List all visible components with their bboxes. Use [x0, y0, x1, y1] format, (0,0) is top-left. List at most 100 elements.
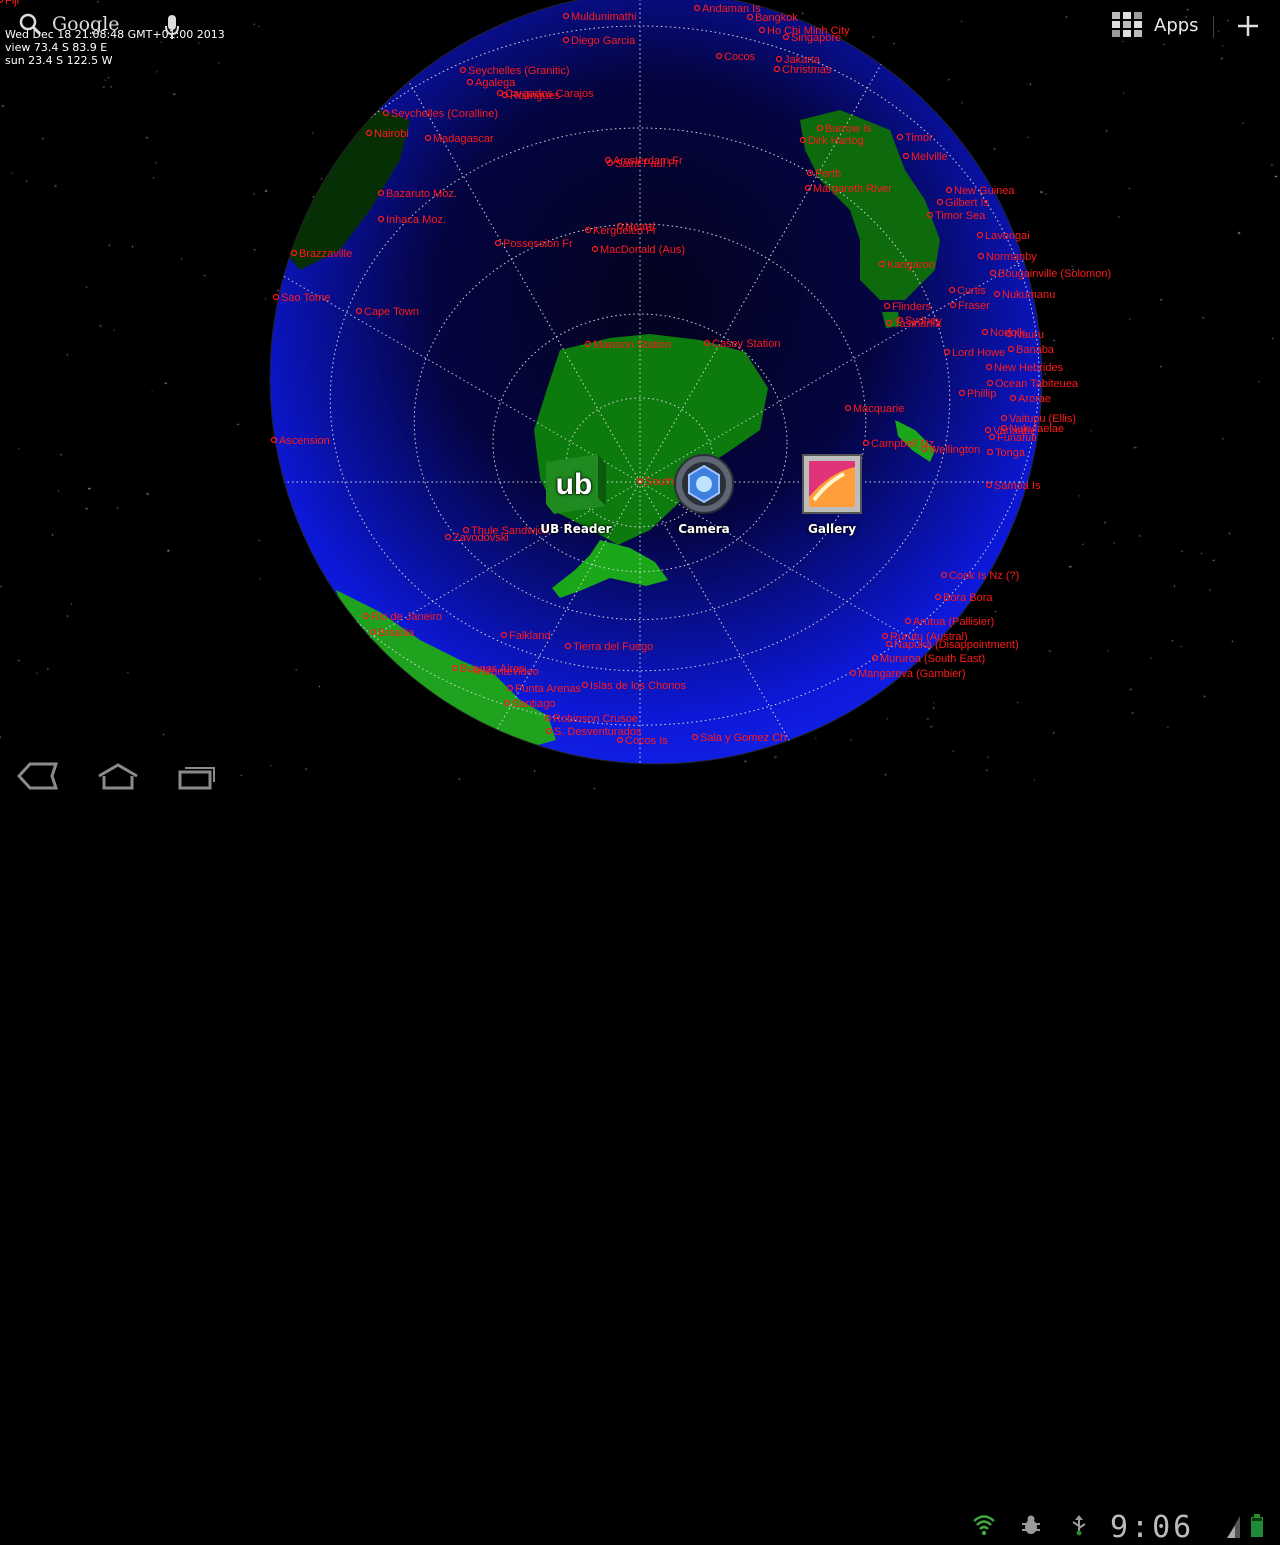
- place-name: Cocos Is: [625, 735, 668, 747]
- place-name: Bazaruto Moz.: [386, 188, 457, 200]
- place-label: Punta Arenas: [506, 683, 582, 695]
- gallery-label: Gallery: [807, 522, 857, 536]
- google-label: Google: [52, 13, 120, 35]
- place-label: Cargados Carajos: [496, 88, 594, 100]
- place-label: Dirk Hartog: [799, 135, 864, 147]
- apps-label: Apps: [1154, 14, 1199, 36]
- place-label: Montevideo: [473, 666, 539, 678]
- add-widget-button[interactable]: [1236, 14, 1260, 42]
- place-label: Rio de Janeiro: [362, 611, 442, 623]
- place-label: Falkland: [500, 630, 551, 642]
- place-name: Normanby: [986, 251, 1037, 263]
- home-button[interactable]: [96, 762, 140, 794]
- place-label: Sao Tome: [272, 292, 330, 304]
- place-name: Melville: [911, 151, 948, 163]
- earth-globe[interactable]: Andaman IsMuldunimathi BangkokHo Chi Minh…: [0, 0, 1280, 800]
- place-label: Bora Bora: [934, 592, 993, 604]
- camera-label: Camera: [678, 522, 730, 536]
- place-name: Sydney: [905, 315, 942, 327]
- apps-button[interactable]: Apps: [1112, 12, 1199, 38]
- debug-icon: [1022, 1515, 1040, 1534]
- status-clock[interactable]: 9:06: [1110, 1510, 1194, 1545]
- google-search-button[interactable]: Google: [18, 12, 120, 36]
- place-label: Cook Is Nz (?): [940, 570, 1019, 582]
- place-label: Mururoa (South East): [871, 653, 985, 665]
- notification-signal[interactable]: [1227, 1514, 1241, 1542]
- place-label: Brasilia: [369, 627, 415, 639]
- place-name: Ocean Tabiteuea: [995, 378, 1079, 390]
- place-label: Kangaroo: [878, 259, 935, 271]
- place-label: Mawson Station: [584, 339, 671, 351]
- place-label: New Guinea: [945, 185, 1015, 197]
- place-label: Bazaruto Moz.: [377, 188, 457, 200]
- shortcut-camera[interactable]: Camera: [649, 452, 759, 536]
- place-label: Casey Station: [703, 338, 780, 350]
- place-name: Napuka (Disappointment): [894, 639, 1019, 651]
- place-name: Arorae: [1018, 393, 1051, 405]
- place-name: Casey Station: [712, 338, 780, 350]
- notification-wifi[interactable]: [972, 1514, 996, 1540]
- place-label: Lord Howe: [943, 347, 1005, 359]
- back-button[interactable]: [16, 762, 59, 794]
- place-label: Ascension: [270, 435, 330, 447]
- place-label: Possession Fr: [494, 238, 573, 250]
- place-name: Barrow Is: [825, 123, 872, 135]
- place-name: Tierra del Fuego: [573, 641, 653, 653]
- place-label: Napuka (Disappointment): [885, 639, 1019, 651]
- place-name: Macquarie: [853, 403, 904, 415]
- svg-text:ub: ub: [556, 468, 593, 501]
- place-name: Bougainville (Solomon): [998, 268, 1111, 280]
- place-name: Sala y Gomez Ch: [700, 732, 786, 744]
- place-label: Brazzaville: [290, 248, 352, 260]
- place-name: Cook Is Nz (?): [949, 570, 1019, 582]
- place-name: MacDonald (Aus): [600, 244, 685, 256]
- place-label: Arutua (Pallisier): [904, 616, 994, 628]
- place-name: Wellington: [929, 444, 980, 456]
- place-name: Inhaca Moz.: [386, 214, 446, 226]
- place-label: Seychelles (Granitic): [459, 65, 569, 77]
- place-label: Cocos Is: [616, 735, 668, 747]
- place-name: Banaba: [1016, 344, 1055, 356]
- shortcut-ub-reader[interactable]: ub UB Reader: [521, 452, 631, 536]
- place-label: Seychelles (Coralline): [382, 108, 498, 120]
- place-name: Perth: [815, 168, 841, 180]
- place-name: Fraser: [958, 300, 990, 312]
- place-name: Gilbert Is: [945, 197, 990, 209]
- place-label: Sydney: [896, 315, 942, 327]
- place-label: Campbell Nz: [862, 438, 934, 450]
- place-name: Vanuatu: [993, 425, 1033, 437]
- place-name: Arutua (Pallisier): [913, 616, 994, 628]
- place-marker: [272, 293, 280, 301]
- place-label: Zavodovski: [444, 532, 509, 544]
- sun-coords-text: sun 23.4 S 122.5 W: [5, 54, 113, 67]
- place-name: Zavodovski: [453, 532, 509, 544]
- place-name: Flinders: [892, 301, 932, 313]
- view-coords-text: view 73.4 S 83.9 E: [5, 41, 108, 54]
- recent-apps-button[interactable]: [177, 762, 217, 794]
- place-name: Cargados Carajos: [505, 88, 594, 100]
- place-name: Campbell Nz: [871, 438, 934, 450]
- notification-debug[interactable]: [1020, 1514, 1042, 1540]
- place-name: New Guinea: [954, 185, 1015, 197]
- place-name: Seychelles (Coralline): [391, 108, 498, 120]
- place-name: Singapore: [791, 32, 841, 44]
- place-name: Mururoa (South East): [880, 653, 985, 665]
- notification-usb[interactable]: [1068, 1514, 1090, 1540]
- place-name: Brasilia: [378, 627, 415, 639]
- place-marker: [0, 0, 4, 4]
- battery-icon: [1251, 1514, 1263, 1537]
- wifi-icon: [973, 1515, 995, 1536]
- place-label: Banaba: [1007, 344, 1055, 356]
- place-name: Nairobi: [374, 128, 409, 140]
- place-label: Singapore: [782, 32, 841, 44]
- shortcut-gallery[interactable]: Gallery: [777, 452, 887, 536]
- notification-battery[interactable]: [1250, 1514, 1264, 1542]
- apps-grid-icon: [1112, 12, 1142, 37]
- place-label: Andaman Is: [693, 3, 761, 15]
- place-name: Madagascar: [433, 133, 494, 145]
- place-name: Lord Howe: [952, 347, 1005, 359]
- voice-search-button[interactable]: [164, 14, 180, 44]
- place-name: Saint Paul Fr: [615, 158, 679, 170]
- place-name: Possession Fr: [503, 238, 573, 250]
- place-label: Mangareva (Gambier): [849, 668, 966, 680]
